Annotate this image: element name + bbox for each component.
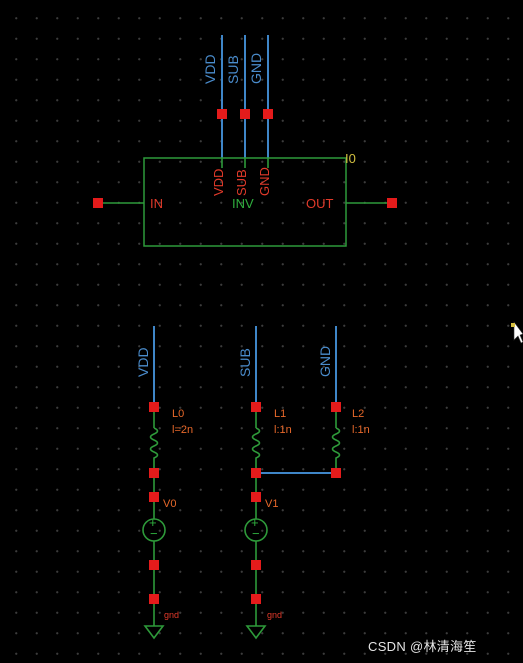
v1-top-pin[interactable] [251,492,261,502]
ground-label-0: gnd [164,610,179,620]
pin-out[interactable] [387,198,397,208]
inductor-l1-value: l:1n [274,424,292,436]
svg-text:−: − [252,526,260,541]
inv-cell-name: INV [232,196,254,211]
pin-sub-top[interactable] [240,109,250,119]
pin-gnd-top[interactable] [263,109,273,119]
svg-text:−: − [150,526,158,541]
net-label-sub: SUB [237,348,253,377]
inv-inner-vdd: VDD [211,169,226,196]
inv-inner-gnd: GND [257,167,272,196]
ground-symbol-1 [245,625,267,640]
ground-symbol-0 [143,625,165,640]
inv-in-label: IN [150,196,163,211]
pin-vdd-top[interactable] [217,109,227,119]
inv-out-label: OUT [306,196,334,211]
inductor-l2-name: L2 [352,408,364,420]
l1-bottom-pin[interactable] [251,468,261,478]
gnd1-pin[interactable] [251,594,261,604]
net-label-gnd: GND [317,346,333,377]
watermark: CSDN @林清海笙 [368,639,477,654]
top-pin-label-vdd: VDD [202,54,218,84]
gnd0-pin[interactable] [149,594,159,604]
ground-label-1: gnd [267,610,282,620]
l0-top-pin[interactable] [149,402,159,412]
v1-bottom-pin[interactable] [251,560,261,570]
v0-bottom-pin[interactable] [149,560,159,570]
inductor-l1-name: L1 [274,408,286,420]
l1-top-pin[interactable] [251,402,261,412]
top-pin-label-gnd: GND [248,53,264,84]
cursor-marker [511,323,515,327]
mouse-cursor-icon [513,321,523,344]
source-v0-name: V0 [163,498,176,510]
v0-source-symbol[interactable]: + − [142,515,166,542]
pin-in[interactable] [93,198,103,208]
l0-bottom-pin[interactable] [149,468,159,478]
v1-source-symbol[interactable]: + − [244,515,268,542]
schematic-canvas[interactable]: VDD SUB GND I0 IN OUT INV VDD SUB GND VD… [0,0,523,663]
inductor-l2-value: l:1n [352,424,370,436]
l2-top-pin[interactable] [331,402,341,412]
top-pin-label-sub: SUB [225,55,241,84]
net-label-vdd: VDD [135,347,151,377]
source-v1-name: V1 [265,498,278,510]
inductor-l0-value: l=2n [172,424,193,436]
instance-label: I0 [345,151,356,166]
v0-top-pin[interactable] [149,492,159,502]
inductor-l0-name: L0 [172,408,184,420]
inv-inner-sub: SUB [234,169,249,196]
l2-bottom-pin[interactable] [331,468,341,478]
